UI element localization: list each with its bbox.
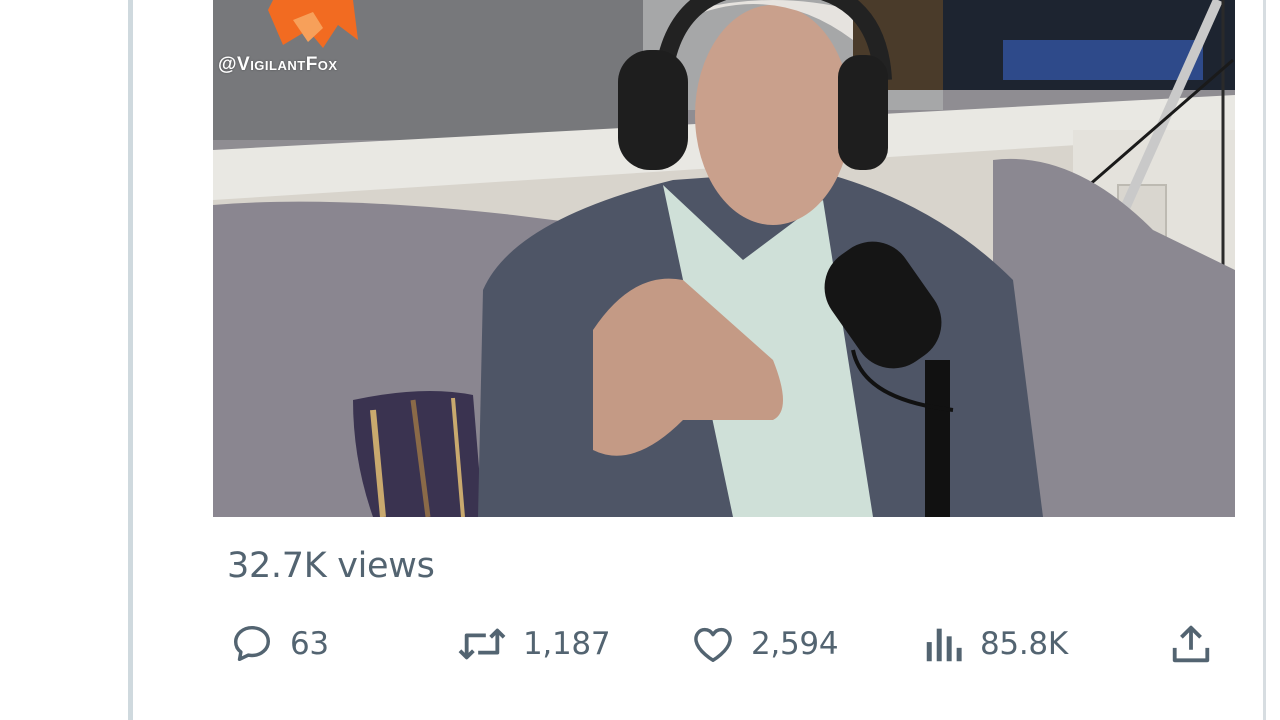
repost-button[interactable]: 1,187	[455, 618, 611, 670]
repost-count: 1,187	[523, 626, 611, 662]
like-button[interactable]: 2,594	[689, 618, 839, 670]
timeline-right-border	[1263, 0, 1266, 720]
video-frame	[213, 0, 1235, 517]
analytics-count: 85.8K	[980, 626, 1068, 662]
analytics-button[interactable]: 85.8K	[922, 618, 1068, 670]
like-count: 2,594	[751, 626, 839, 662]
view-count: 32.7K views	[227, 546, 435, 586]
like-icon	[689, 621, 737, 667]
share-button[interactable]	[1168, 618, 1214, 670]
reply-count: 63	[290, 626, 329, 662]
analytics-icon	[922, 621, 966, 667]
share-icon	[1168, 621, 1214, 667]
tweet-video-player[interactable]	[213, 0, 1235, 517]
repost-icon	[455, 621, 509, 667]
reply-button[interactable]: 63	[228, 618, 329, 670]
tweet-page: @VigilantFox 32.7K views 63 1,187 2,594 …	[0, 0, 1280, 720]
video-watermark: @VigilantFox	[218, 54, 338, 75]
timeline-left-border	[128, 0, 133, 720]
reply-icon	[228, 621, 276, 667]
